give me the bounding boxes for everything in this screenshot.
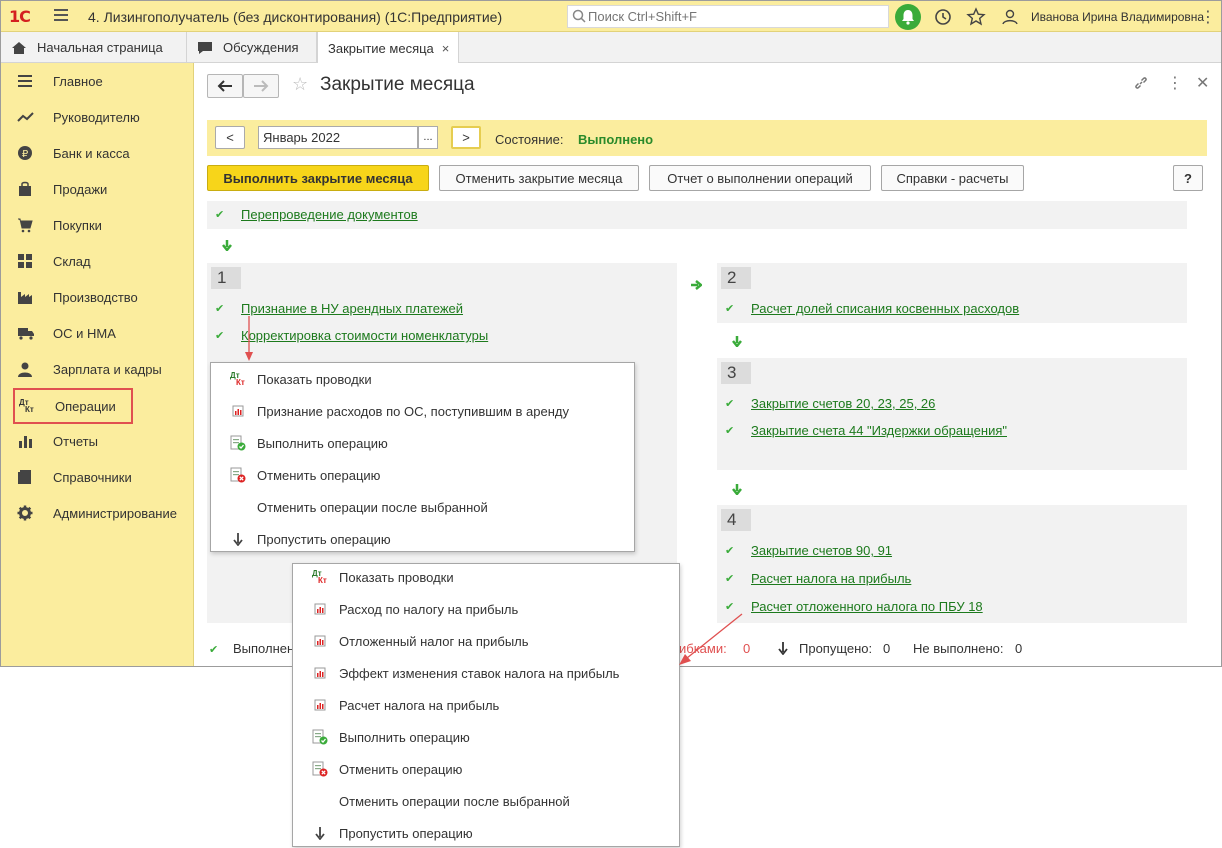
annotation-arrow-1 xyxy=(245,316,253,361)
annotation-arrows xyxy=(245,316,743,665)
annotation-arrow-2 xyxy=(679,613,743,665)
